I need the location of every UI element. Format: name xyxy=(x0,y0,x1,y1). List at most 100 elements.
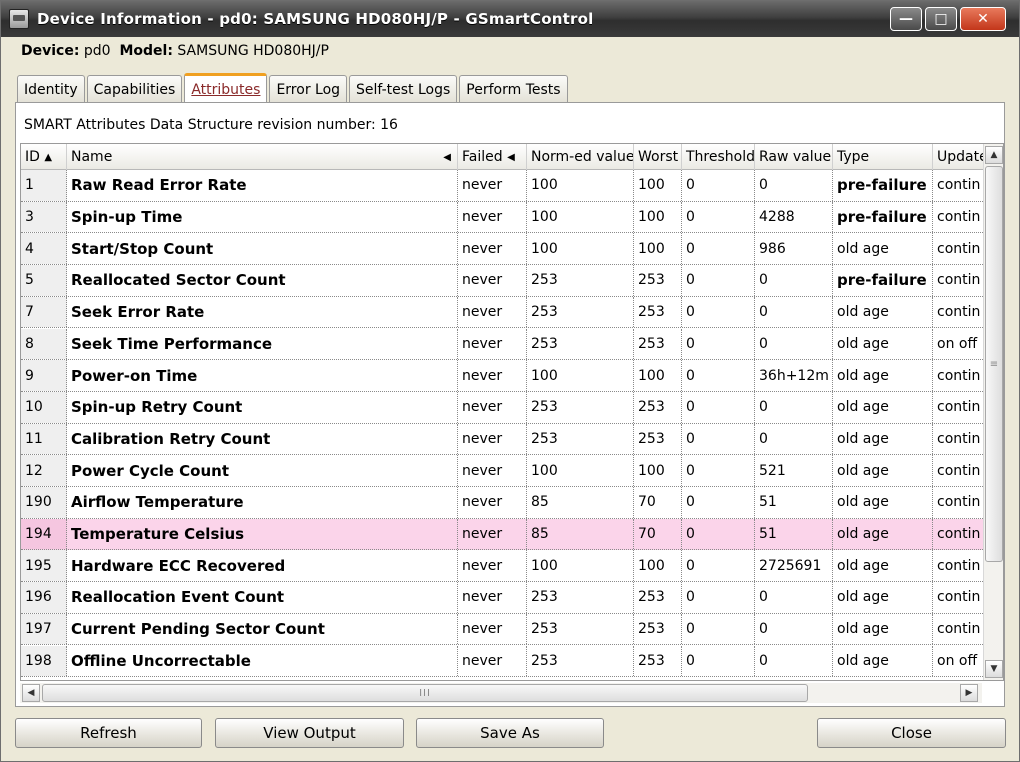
table-row[interactable]: 190 Airflow Temperature never 85 70 0 51 old ag… xyxy=(21,487,983,519)
cell-failed: never xyxy=(458,582,527,613)
cell-id: 9 xyxy=(21,360,67,391)
table-row[interactable]: 7 Seek Error Rate never 253 253 0 0 old age cont… xyxy=(21,296,983,329)
scroll-up-button[interactable]: ▲ xyxy=(985,146,1003,164)
cell-update: on off xyxy=(937,652,978,669)
tab-error-log[interactable]: Error Log xyxy=(269,75,348,103)
tab-perform-tests[interactable]: Perform Tests xyxy=(459,75,568,103)
table-row[interactable]: 4 Start/Stop Count never 100 100 0 986 old age c… xyxy=(21,233,983,266)
column-header-threshold[interactable]: Threshold xyxy=(682,144,755,170)
cell-threshold: 0 xyxy=(682,487,755,518)
table-row[interactable]: 5 Reallocated Sector Count never 253 253 0 0 pr… xyxy=(21,265,983,297)
cell-raw: 521 xyxy=(755,455,833,486)
revision-text: SMART Attributes Data Structure revision… xyxy=(24,117,398,133)
scroll-right-button[interactable]: ▶ xyxy=(960,684,978,702)
cell-normed: 253 xyxy=(527,391,634,423)
column-header-update[interactable]: Update xyxy=(933,144,983,170)
table-row[interactable]: 9 Power-on Time never 100 100 0 36h+12m old age… xyxy=(21,360,983,392)
title-bar[interactable]: Device Information - pd0: SAMSUNG HD080H… xyxy=(1,1,1019,37)
tab-bar: Identity Capabilities Attributes Error L… xyxy=(17,73,570,103)
cell-raw: 0 xyxy=(755,645,833,677)
tab-identity[interactable]: Identity xyxy=(17,75,85,103)
cell-normed: 100 xyxy=(527,550,634,582)
cell-update: contin xyxy=(937,621,981,638)
tab-label: Attributes xyxy=(191,81,261,98)
table-row[interactable]: 198 Offline Uncorrectable never 253 253 0 0 old… xyxy=(21,645,983,678)
minimize-button[interactable]: — xyxy=(890,7,922,31)
scroll-down-button[interactable]: ▼ xyxy=(985,660,1003,678)
cell-normed: 253 xyxy=(527,613,634,645)
cell-raw: 51 xyxy=(755,487,833,518)
column-header-worst[interactable]: Worst xyxy=(634,144,682,170)
refresh-button[interactable]: Refresh xyxy=(15,718,202,748)
table-row[interactable]: 197 Current Pending Sector Count never 253 2… xyxy=(21,613,983,646)
cell-normed: 100 xyxy=(527,455,634,486)
cell-threshold: 0 xyxy=(682,328,755,360)
horizontal-scroll-thumb[interactable]: III xyxy=(42,684,808,702)
cell-normed: 85 xyxy=(527,487,634,518)
cell-raw: 0 xyxy=(755,170,833,201)
cell-type: pre-failure xyxy=(833,265,933,296)
cell-failed: never xyxy=(458,487,527,518)
cell-type: old age xyxy=(833,360,933,391)
table-row[interactable]: 8 Seek Time Performance never 253 253 0 0 old a… xyxy=(21,328,983,361)
cell-threshold: 0 xyxy=(682,645,755,677)
table-row[interactable]: 10 Spin-up Retry Count never 253 253 0 0 old ag… xyxy=(21,391,983,424)
cell-update: on off xyxy=(937,335,978,352)
cell-id: 8 xyxy=(21,328,67,360)
cell-failed: never xyxy=(458,423,527,455)
table-row[interactable]: 196 Reallocation Event Count never 253 253 0 0… xyxy=(21,582,983,614)
table-row[interactable]: 1 Raw Read Error Rate never 100 100 0 0 pre-fai… xyxy=(21,170,983,202)
cell-name: Offline Uncorrectable xyxy=(67,645,458,677)
close-button[interactable]: Close xyxy=(817,718,1006,748)
table-row[interactable]: 194 Temperature Celsius never 85 70 0 51 old ag… xyxy=(21,518,983,551)
tab-self-test-logs[interactable]: Self-test Logs xyxy=(349,75,458,103)
cell-type: old age xyxy=(833,645,933,677)
save-as-button[interactable]: Save As xyxy=(416,718,604,748)
grip-icon: ≡ xyxy=(989,358,999,370)
vertical-scrollbar[interactable]: ▲ ≡ ▼ xyxy=(983,144,1003,680)
cell-normed: 100 xyxy=(527,360,634,391)
cell-type: pre-failure xyxy=(833,201,933,233)
scroll-left-button[interactable]: ◀ xyxy=(22,684,40,702)
cell-id: 190 xyxy=(21,487,67,518)
vertical-scroll-thumb[interactable]: ≡ xyxy=(985,166,1003,562)
cell-id: 7 xyxy=(21,296,67,328)
cell-raw: 2725691 xyxy=(755,550,833,582)
column-header-normed[interactable]: Norm-ed value xyxy=(527,144,634,170)
cell-type: old age xyxy=(833,233,933,265)
cell-name: Seek Time Performance xyxy=(67,328,458,360)
column-header-name[interactable]: Name ◀ xyxy=(67,144,458,170)
column-header-id[interactable]: ID ▲ xyxy=(21,144,67,170)
tab-attributes[interactable]: Attributes xyxy=(184,73,268,103)
column-header-raw[interactable]: Raw value xyxy=(755,144,833,170)
cell-worst: 253 xyxy=(634,582,682,613)
cell-raw: 0 xyxy=(755,423,833,455)
tab-capabilities[interactable]: Capabilities xyxy=(86,75,183,103)
column-header-label: Failed xyxy=(462,149,503,165)
tab-label: Error Log xyxy=(276,81,341,98)
close-window-button[interactable]: ✕ xyxy=(960,7,1006,31)
table-row[interactable]: 11 Calibration Retry Count never 253 253 0 0 ol… xyxy=(21,423,983,456)
cell-threshold: 0 xyxy=(682,423,755,455)
cell-name: Calibration Retry Count xyxy=(67,423,458,455)
cell-type: old age xyxy=(833,487,933,518)
column-header-failed[interactable]: Failed ◀ xyxy=(458,144,527,170)
column-header-label: Worst xyxy=(638,149,679,165)
column-header-type[interactable]: Type xyxy=(833,144,933,170)
view-output-button[interactable]: View Output xyxy=(215,718,404,748)
tab-label: Perform Tests xyxy=(466,81,561,98)
cell-id: 197 xyxy=(21,613,67,645)
cell-worst: 253 xyxy=(634,645,682,677)
button-label: View Output xyxy=(263,724,356,742)
cell-raw: 0 xyxy=(755,265,833,296)
horizontal-scrollbar[interactable]: ◀ III ▶ xyxy=(20,683,982,703)
cell-threshold: 0 xyxy=(682,455,755,486)
cell-worst: 100 xyxy=(634,360,682,391)
table-row[interactable]: 3 Spin-up Time never 100 100 0 4288 pre-failure… xyxy=(21,201,983,234)
table-row[interactable]: 12 Power Cycle Count never 100 100 0 521 old ag… xyxy=(21,455,983,487)
table-row[interactable]: 195 Hardware ECC Recovered never 100 100 0 272… xyxy=(21,550,983,583)
grip-icon: III xyxy=(419,687,431,699)
cell-threshold: 0 xyxy=(682,582,755,613)
cell-update: contin xyxy=(937,367,981,384)
maximize-button[interactable]: □ xyxy=(925,7,957,31)
